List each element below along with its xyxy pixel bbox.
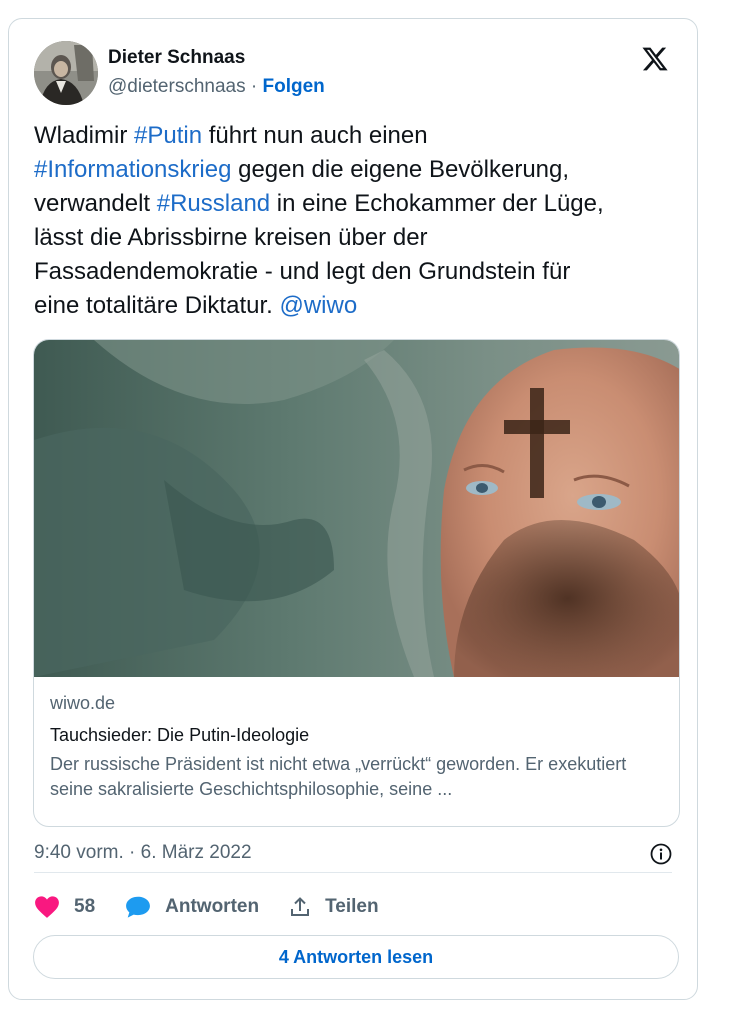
link-preview-description: Der russische Präsident ist nicht etwa „… [50,754,627,799]
heart-icon [34,895,60,919]
tweet-text: Wladimir #Putin führt nun auch einen #In… [34,119,684,323]
link-preview-body: wiwo.de Tauchsieder: Die Putin-Ideologie… [50,692,663,802]
reply-label: Antworten [165,896,260,917]
tweet-card: Dieter Schnaas @dieterschnaas · Folgen W… [8,18,698,1000]
tweet-text-segment: führt nun auch einen [208,122,428,149]
share-icon [289,896,311,918]
tweet-header: Dieter Schnaas @dieterschnaas · Folgen [34,39,675,109]
author-name[interactable]: Dieter Schnaas [108,47,245,69]
follow-button[interactable]: Folgen [262,76,324,97]
like-button[interactable]: 58 [34,895,95,919]
avatar[interactable] [34,41,98,105]
timestamp-row: 9:40 vorm. · 6. März 2022 [34,841,672,873]
x-logo-icon[interactable] [641,45,669,73]
actions-row: 58 Antworten Teilen [34,887,672,927]
meta-separator: · [245,76,263,97]
author-meta: @dieterschnaas · Folgen [108,75,325,99]
share-button[interactable]: Teilen [289,896,379,918]
like-count: 58 [74,896,96,917]
link-preview-domain: wiwo.de [50,693,116,713]
link-preview-image[interactable] [34,340,679,677]
reply-button[interactable]: Antworten [125,895,259,919]
link-preview-card[interactable]: wiwo.de Tauchsieder: Die Putin-Ideologie… [33,339,680,827]
info-icon[interactable] [650,843,672,865]
link-preview-title: Tauchsieder: Die Putin-Ideologie [50,725,310,745]
tweet-text-segment: Wladimir [34,122,134,149]
mention-link[interactable]: @wiwo [279,292,357,319]
hashtag-link[interactable]: #Putin [134,122,202,149]
hashtag-link[interactable]: #Russland [157,190,270,217]
share-label: Teilen [325,896,379,917]
hashtag-link[interactable]: #Informationskrieg [34,156,231,183]
author-handle[interactable]: @dieterschnaas [108,76,246,97]
tweet-timestamp[interactable]: 9:40 vorm. · 6. März 2022 [34,841,252,865]
read-replies-button[interactable]: 4 Antworten lesen [33,935,679,979]
reply-bubble-icon [125,895,151,919]
